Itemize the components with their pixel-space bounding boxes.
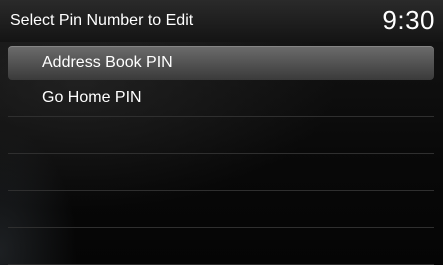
clock: 9:30 [382,5,435,35]
pin-list: Address Book PIN Go Home PIN [8,42,434,265]
list-item-empty [8,228,434,265]
list-item-label: Go Home PIN [42,89,142,106]
page-title: Select Pin Number to Edit [10,12,194,29]
list-item-go-home-pin[interactable]: Go Home PIN [8,80,434,117]
content-area: Address Book PIN Go Home PIN [0,42,443,265]
list-item-label: Address Book PIN [42,54,173,71]
header-bar: Select Pin Number to Edit 9:30 [0,0,443,43]
list-item-empty [8,191,434,228]
list-item-address-book-pin[interactable]: Address Book PIN [8,46,434,80]
list-item-empty [8,117,434,154]
list-item-empty [8,154,434,191]
navigation-screen: Select Pin Number to Edit 9:30 Address B… [0,0,443,265]
